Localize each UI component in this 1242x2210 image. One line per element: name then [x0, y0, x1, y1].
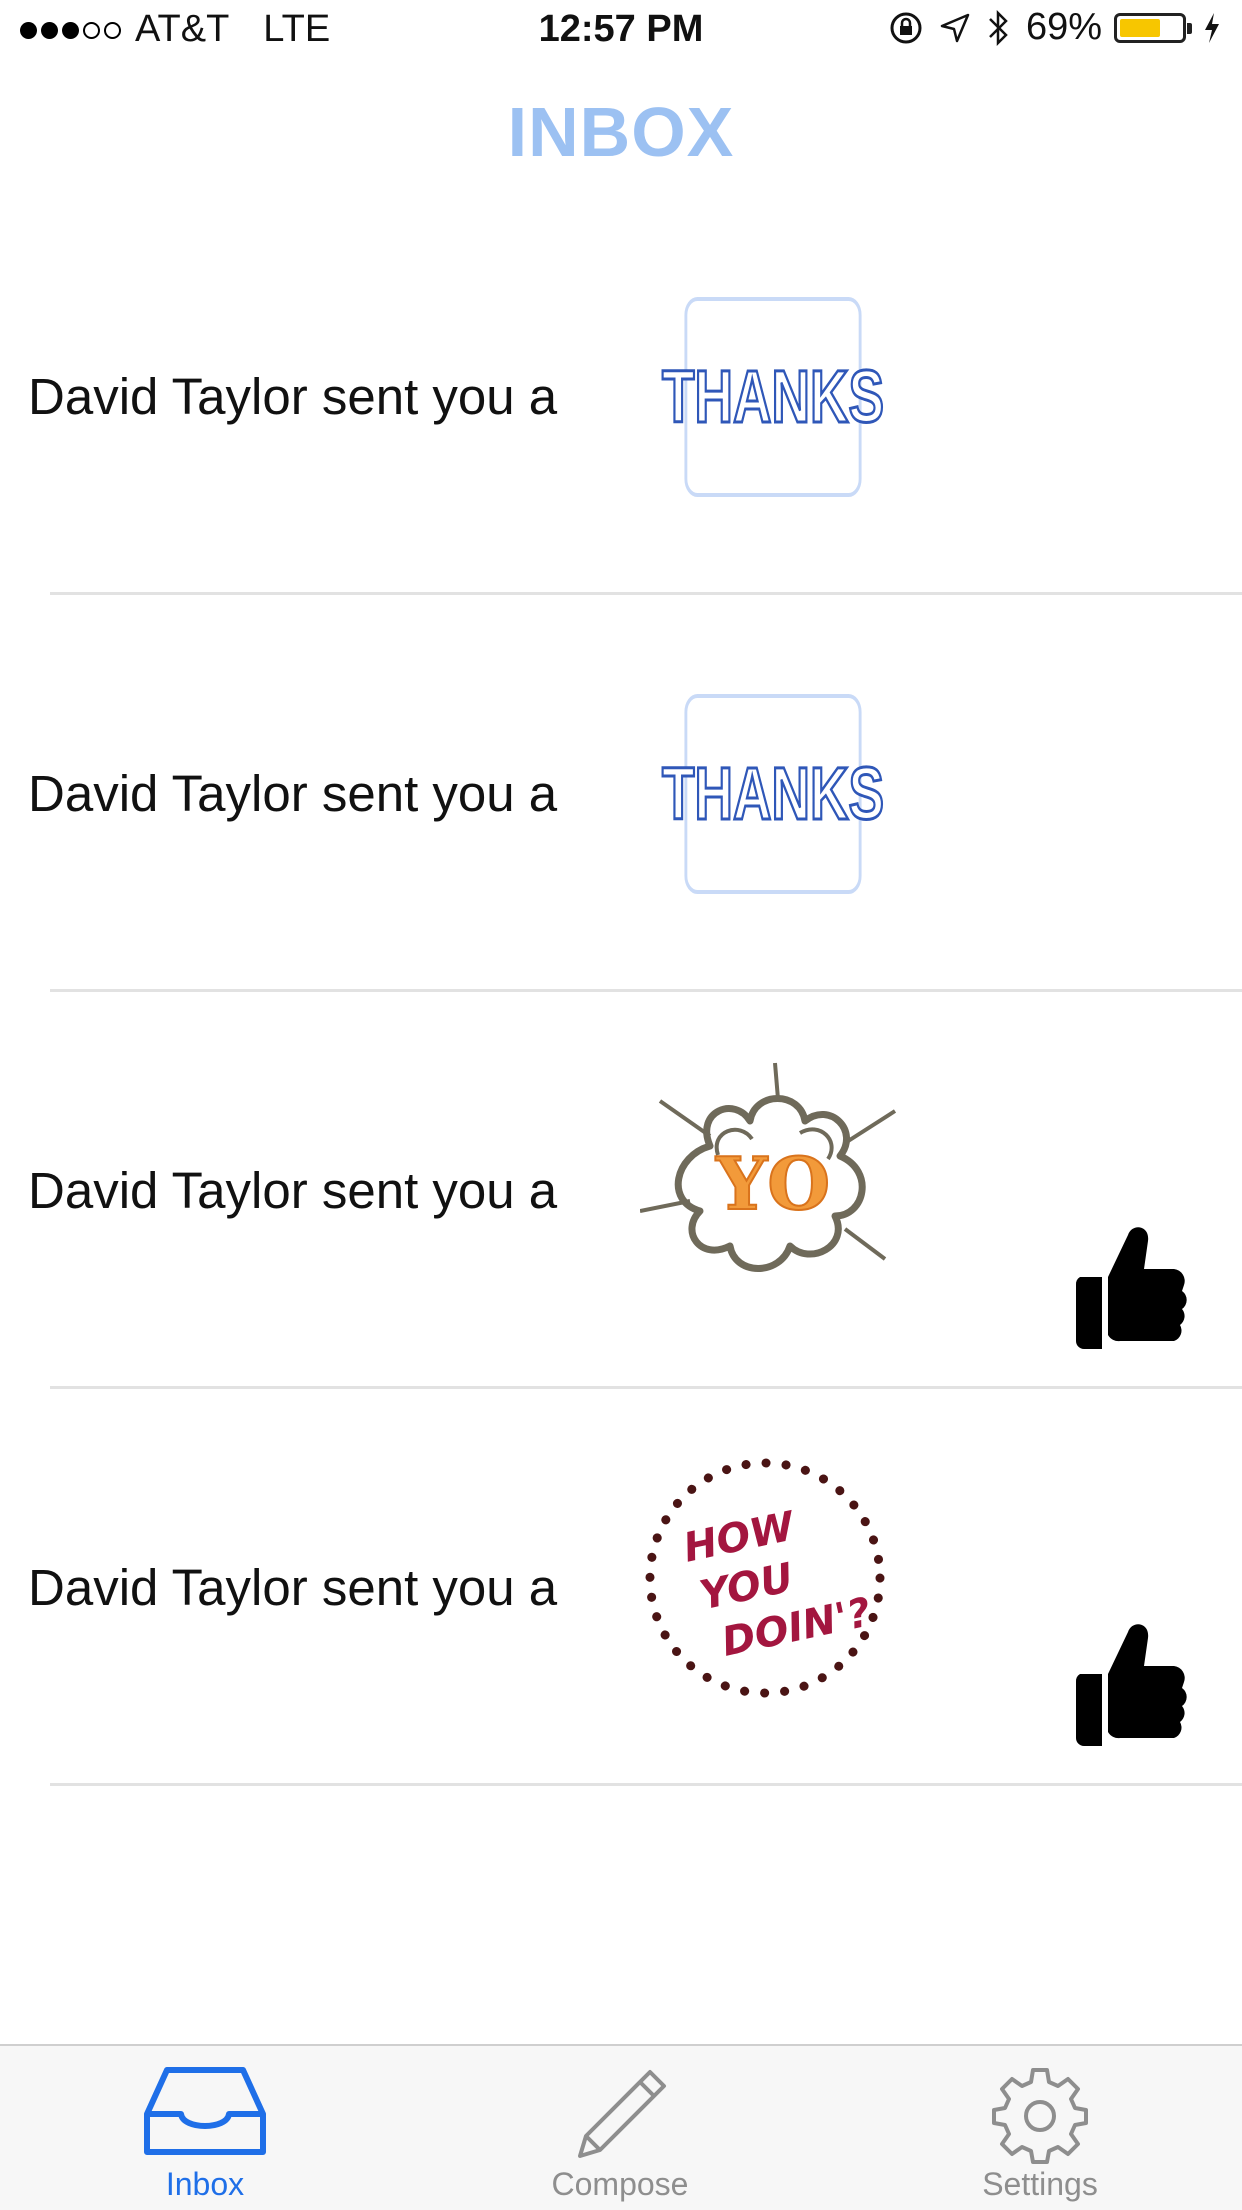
thumbs-up-icon[interactable] — [1070, 1211, 1190, 1351]
thanks-sticker[interactable]: THANKS — [640, 674, 900, 914]
yo-sticker[interactable]: YO — [640, 1062, 900, 1311]
gear-icon — [992, 2068, 1088, 2164]
location-arrow-icon — [940, 13, 970, 42]
message-text: David Taylor sent you a — [28, 765, 558, 822]
list-item[interactable]: David Taylor sent you a YO — [0, 992, 1242, 1389]
list-item[interactable]: David Taylor sent you a THANKS — [0, 595, 1242, 992]
bluetooth-icon — [989, 9, 1008, 46]
status-right: 69% — [874, 6, 1222, 49]
tab-settings[interactable]: Settings — [890, 2046, 1190, 2210]
dotted-circle-icon: HOW YOU DOIN'? — [645, 1458, 885, 1697]
row-divider — [50, 1783, 1242, 1786]
thanks-sticker-label: THANKS — [661, 296, 885, 497]
tab-bar: Inbox Compose Settings — [0, 2044, 1242, 2210]
list-item[interactable]: David Taylor sent you a HOW YOU DOIN'? — [0, 1389, 1242, 1786]
inbox-tray-icon — [144, 2067, 266, 2155]
pencil-icon — [578, 2070, 666, 2158]
tab-label: Inbox — [165, 2166, 245, 2202]
message-text: David Taylor sent you a — [28, 368, 558, 425]
cloud-burst-icon: YO — [640, 1062, 897, 1272]
message-text: David Taylor sent you a — [28, 1559, 558, 1616]
charging-bolt-icon — [1205, 12, 1219, 43]
battery-percent: 69% — [1025, 6, 1102, 48]
yo-sticker-label: YO — [715, 1141, 830, 1226]
how-you-doin-sticker[interactable]: HOW YOU DOIN'? — [640, 1458, 900, 1708]
battery-icon — [1114, 12, 1192, 43]
message-text: David Taylor sent you a — [28, 1162, 558, 1219]
list-item[interactable]: David Taylor sent you a THANKS — [0, 198, 1242, 595]
tab-label: Settings — [982, 2166, 1098, 2202]
thanks-sticker[interactable]: THANKS — [640, 277, 900, 517]
thumbs-up-icon[interactable] — [1070, 1608, 1190, 1748]
page-title: INBOX — [507, 93, 735, 171]
tab-compose[interactable]: Compose — [470, 2046, 770, 2210]
rotation-lock-icon — [890, 12, 922, 43]
status-bar: AT&T LTE 12:57 PM 69% — [0, 0, 1242, 64]
tab-inbox[interactable]: Inbox — [55, 2046, 355, 2210]
message-list: David Taylor sent you a THANKS David Tay… — [0, 198, 1242, 1786]
tab-label: Compose — [551, 2166, 689, 2202]
thanks-sticker-label: THANKS — [661, 693, 885, 894]
